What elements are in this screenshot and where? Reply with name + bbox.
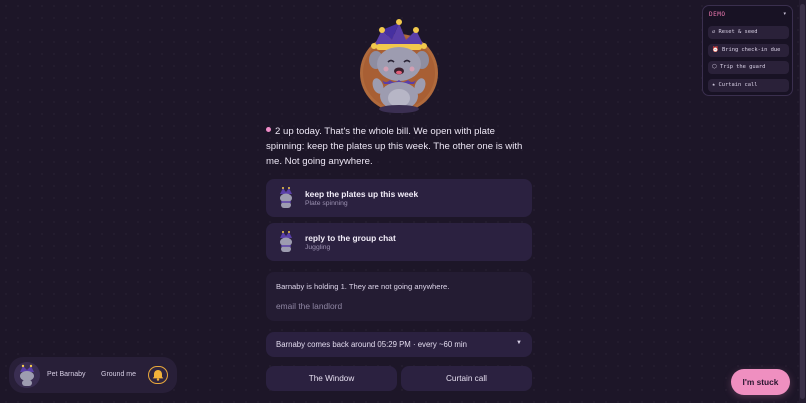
curtain-call-button[interactable]: Curtain call <box>401 366 532 391</box>
pet-button[interactable]: Pet Barnaby <box>47 371 86 378</box>
status-dot <box>266 127 271 132</box>
jester-mascot <box>360 19 438 113</box>
scrollbar-thumb[interactable] <box>800 4 805 399</box>
avatar[interactable] <box>14 362 40 388</box>
ground-button[interactable]: Ground me <box>101 371 136 378</box>
demo-title: DEMO <box>709 11 726 18</box>
task-subtitle: Juggling <box>305 244 331 251</box>
task-title: reply to the group chat <box>305 233 396 243</box>
window-button[interactable]: The Window <box>266 366 397 391</box>
bottom-bar: Pet Barnaby Ground me <box>9 357 177 393</box>
comeback-text: Barnaby comes back around 05:29 PM · eve… <box>276 340 467 349</box>
task-card[interactable]: keep the plates up this week Plate spinn… <box>266 179 532 217</box>
bell-icon <box>152 370 164 381</box>
intro-message: 2 up today. That's the whole bill. We op… <box>266 124 536 169</box>
holding-input[interactable]: email the landlord <box>276 301 342 311</box>
holding-text: Barnaby is holding 1. They are not going… <box>276 282 450 291</box>
scrollbar[interactable] <box>799 0 806 403</box>
task-subtitle: Plate spinning <box>305 200 348 207</box>
demo-reset-button[interactable]: ↺ Reset & seed <box>708 26 789 39</box>
comeback-select[interactable]: Barnaby comes back around 05:29 PM · eve… <box>266 332 532 357</box>
task-title: keep the plates up this week <box>305 189 419 199</box>
stuck-button[interactable]: I'm stuck <box>731 369 790 395</box>
bell-button[interactable] <box>148 366 168 384</box>
collapse-icon[interactable]: ▾ <box>783 11 786 17</box>
demo-curtain-button[interactable]: ★ Curtain call <box>708 79 789 92</box>
jester-avatar-icon <box>280 187 292 208</box>
task-card[interactable]: reply to the group chat Juggling <box>266 223 532 261</box>
intro-message-text: 2 up today. That's the whole bill. We op… <box>266 126 523 167</box>
demo-guard-button[interactable]: ⬡ Trip the guard <box>708 61 789 74</box>
holding-panel: Barnaby is holding 1. They are not going… <box>266 272 532 321</box>
demo-checkin-button[interactable]: ⏰ Bring check-in due <box>708 44 789 57</box>
caret-down-icon: ▼ <box>516 340 522 346</box>
demo-panel: DEMO ▾ ↺ Reset & seed ⏰ Bring check-in d… <box>702 5 793 96</box>
jester-avatar-icon <box>280 231 292 252</box>
